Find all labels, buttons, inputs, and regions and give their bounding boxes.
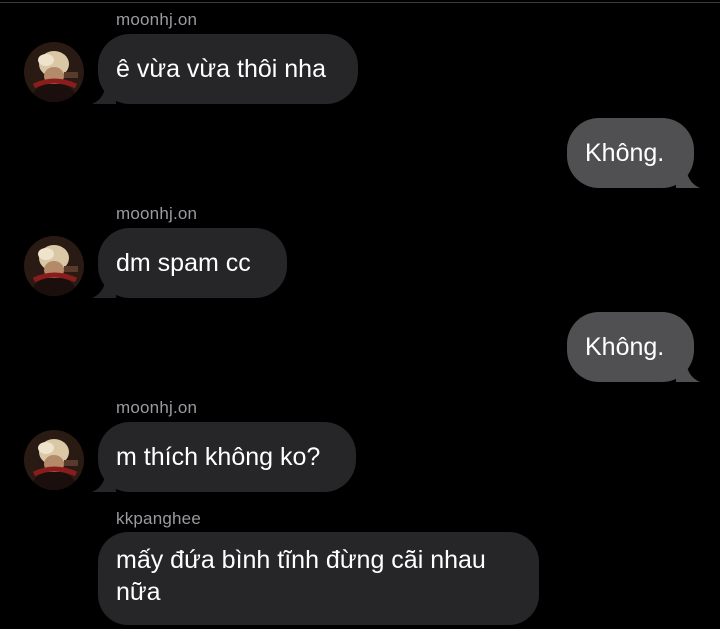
top-divider (0, 2, 720, 3)
message-bubble[interactable]: Không. (567, 312, 700, 382)
message-text: ê vừa vừa thôi nha (116, 55, 326, 83)
message-bubble[interactable]: m thích không ko? (92, 422, 356, 492)
message-bubble[interactable]: dm spam cc (92, 228, 287, 298)
message-text: dm spam cc (116, 249, 251, 277)
message-text: Không. (585, 139, 665, 167)
sender-name: kkpanghee (116, 509, 201, 528)
sender-name: moonhj.on (116, 10, 198, 29)
message-text: m thích không ko? (116, 443, 321, 471)
user-avatar-photo-icon (24, 42, 84, 102)
message-bubble[interactable]: Không. (567, 118, 700, 188)
sender-name: moonhj.on (116, 204, 198, 223)
message-bubble[interactable]: mấy đứa bình tĩnh đừng cãi nhau nữa (98, 532, 539, 625)
message-text: Không. (585, 333, 665, 361)
avatar[interactable] (24, 236, 84, 296)
message-bubble[interactable]: ê vừa vừa thôi nha (92, 34, 358, 104)
message-text: mấy đứa bình tĩnh đừng cãi nhau nữa (116, 546, 486, 606)
avatar[interactable] (24, 42, 84, 102)
sender-name: moonhj.on (116, 398, 198, 417)
user-avatar-photo-icon (24, 430, 84, 490)
user-avatar-photo-icon (24, 236, 84, 296)
avatar[interactable] (24, 430, 84, 490)
